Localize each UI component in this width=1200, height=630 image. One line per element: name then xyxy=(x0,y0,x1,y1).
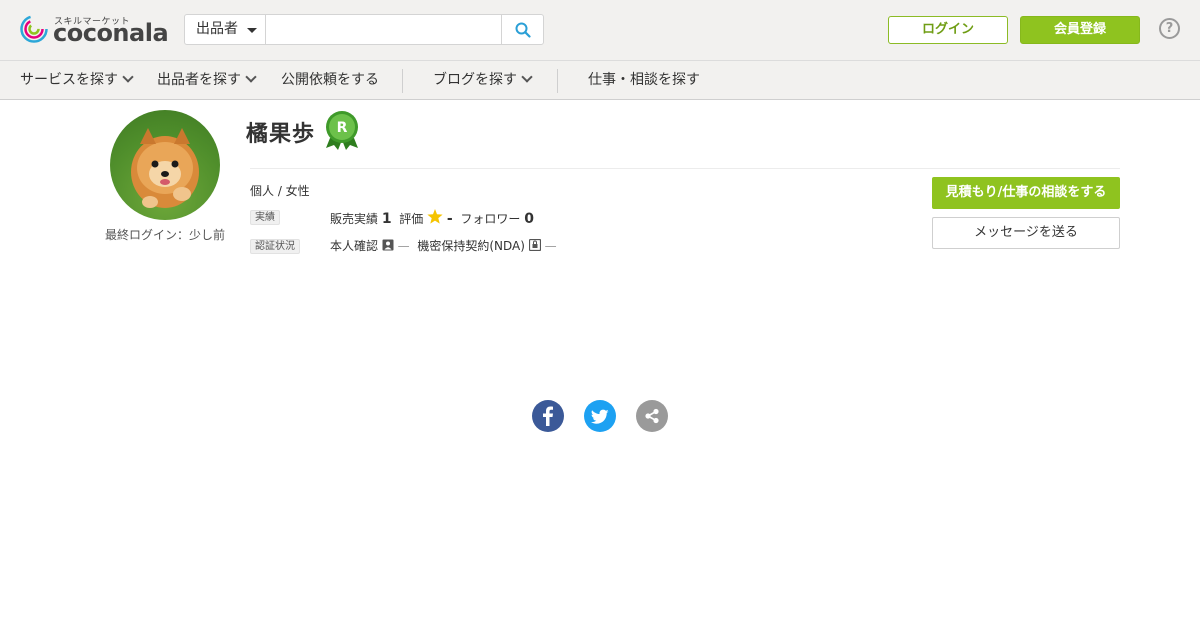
follower-label: フォロワー xyxy=(460,212,521,226)
nav-divider xyxy=(402,69,403,93)
twitter-share-button[interactable] xyxy=(584,400,616,432)
search-icon xyxy=(515,22,531,38)
rating-value: - xyxy=(446,211,453,227)
star-icon xyxy=(427,209,443,224)
last-login: 最終ログイン：少し前 xyxy=(104,228,225,242)
profile-divider xyxy=(250,168,1120,169)
login-button[interactable]: ログイン xyxy=(888,16,1008,44)
nda-label: 機密保持契約(NDA) xyxy=(417,239,525,253)
identity-label: 本人確認 xyxy=(330,239,379,253)
share-button[interactable] xyxy=(636,400,668,432)
rank-letter: R xyxy=(337,120,348,136)
coconala-logo[interactable]: スキルマーケット coconala xyxy=(20,13,169,49)
nda-icon xyxy=(528,238,541,252)
facebook-icon xyxy=(543,406,553,426)
request-quote-button[interactable]: 見積もり/仕事の相談をする xyxy=(932,177,1120,209)
chevron-down-icon xyxy=(245,71,257,83)
seller-type: 個人 / 女性 xyxy=(250,184,310,198)
sales-label: 販売実績 xyxy=(330,212,379,226)
follower-value: 0 xyxy=(524,211,534,227)
identity-status: — xyxy=(397,239,410,253)
nav-item-label: 出品者を探す xyxy=(157,72,241,88)
avatar xyxy=(110,110,220,220)
performance-row: 販売実績 1 評価 - フォロワー 0 xyxy=(330,208,534,227)
nav-find-jobs[interactable]: 仕事・相談を探す xyxy=(588,61,700,100)
search-button[interactable] xyxy=(501,15,543,44)
logo-wordmark: coconala xyxy=(53,19,169,47)
nav-divider xyxy=(557,69,558,93)
rank-badge: R xyxy=(324,110,360,150)
nav-item-label: ブログを探す xyxy=(433,72,517,88)
chevron-down-icon xyxy=(122,71,134,83)
seller-name: 橘果歩 xyxy=(246,122,316,147)
search-category-select[interactable]: 出品者 xyxy=(185,15,266,44)
nav-item-label: 公開依頼をする xyxy=(281,72,379,88)
sales-value: 1 xyxy=(381,211,392,227)
pomeranian-photo xyxy=(131,128,199,208)
nav-post-request[interactable]: 公開依頼をする xyxy=(281,61,379,100)
twitter-icon xyxy=(591,409,609,424)
caret-down-icon xyxy=(247,28,257,33)
main-nav: サービスを探す 出品者を探す 公開依頼をする ブログを探す 仕事・相談を探す xyxy=(0,60,1200,100)
coconala-logo-icon xyxy=(20,15,48,43)
verification-tag: 認証状況 xyxy=(250,239,300,254)
identity-icon xyxy=(382,239,394,251)
share-icon xyxy=(645,408,659,424)
rank-badge-icon: R xyxy=(326,111,358,150)
nav-find-sellers[interactable]: 出品者を探す xyxy=(157,61,257,100)
rating-label: 評価 xyxy=(399,212,424,226)
facebook-share-button[interactable] xyxy=(532,400,564,432)
register-button[interactable]: 会員登録 xyxy=(1020,16,1140,44)
nav-find-blogs[interactable]: ブログを探す xyxy=(433,61,533,100)
nav-find-services[interactable]: サービスを探す xyxy=(20,61,134,100)
search-bar: 出品者 xyxy=(184,14,544,45)
verification-row: 本人確認 — 機密保持契約(NDA) — xyxy=(330,237,557,254)
help-icon[interactable]: ? xyxy=(1159,18,1180,39)
search-category-label: 出品者 xyxy=(196,21,238,37)
performance-tag: 実績 xyxy=(250,210,280,225)
search-input[interactable] xyxy=(267,15,501,44)
site-header: スキルマーケット coconala 出品者 ログイン 会員登録 ? xyxy=(0,0,1200,60)
send-message-button[interactable]: メッセージを送る xyxy=(932,217,1120,249)
nda-status: — xyxy=(544,239,557,253)
nav-item-label: 仕事・相談を探す xyxy=(588,72,700,88)
chevron-down-icon xyxy=(521,71,533,83)
nav-item-label: サービスを探す xyxy=(20,72,118,88)
